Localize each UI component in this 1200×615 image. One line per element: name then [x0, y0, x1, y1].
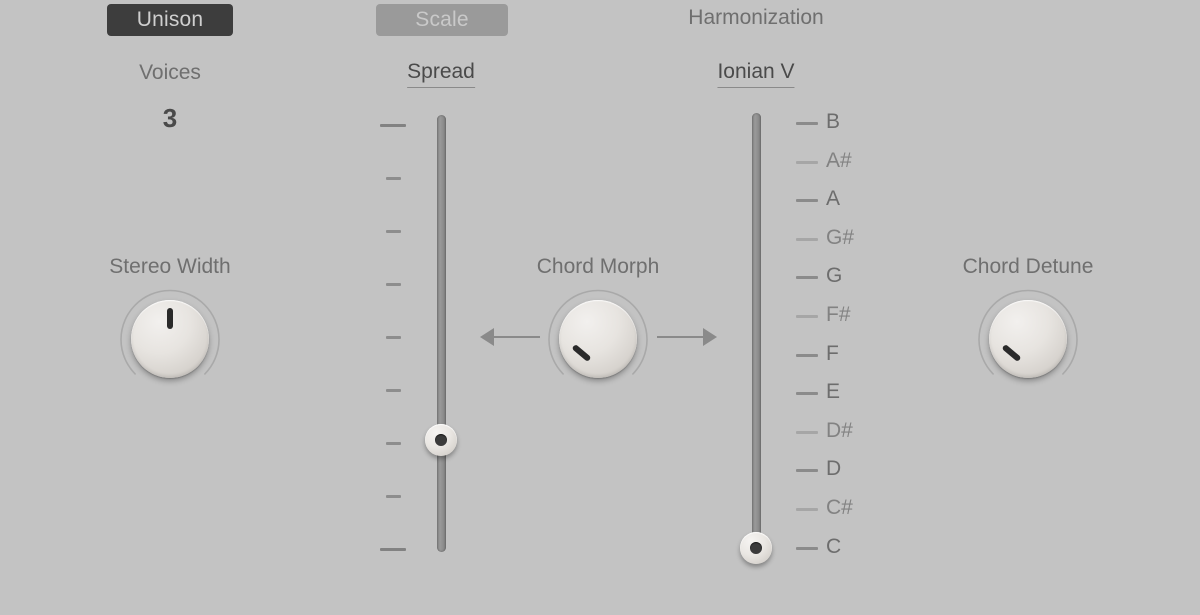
tab-scale[interactable]: Scale: [376, 4, 508, 36]
voices-label: Voices: [139, 61, 201, 84]
chord-detune-knob-pointer: [1001, 343, 1022, 363]
note-label-A[interactable]: A: [826, 187, 840, 211]
note-dash-D[interactable]: [796, 469, 818, 473]
spread-tick-1: [386, 177, 401, 180]
spread-value[interactable]: Spread: [407, 60, 475, 88]
morph-left-arrow-line: [492, 336, 540, 338]
harmonization-mode-value[interactable]: Ionian V: [717, 60, 795, 88]
note-dash-C[interactable]: [796, 546, 818, 550]
morph-left-arrow-icon[interactable]: [480, 328, 494, 346]
chord-morph-knob[interactable]: [543, 284, 653, 394]
stereo-width-knob-pointer: [166, 308, 173, 329]
note-dash-Fsharp[interactable]: [796, 315, 818, 318]
note-dash-A[interactable]: [796, 199, 818, 203]
note-dash-G[interactable]: [796, 276, 818, 280]
note-label-Asharp[interactable]: A#: [826, 149, 852, 173]
spread-tick-8: [380, 548, 406, 551]
tab-unison[interactable]: Unison: [107, 4, 233, 36]
synth-unison-scale-panel: Unison Voices 3 Stereo Width Scale Sprea…: [0, 0, 1200, 615]
note-label-Dsharp[interactable]: D#: [826, 419, 853, 443]
harmonization-title: Harmonization: [688, 6, 824, 29]
chord-morph-knob-face: [559, 300, 637, 378]
voices-value[interactable]: 3: [163, 103, 177, 134]
morph-right-arrow-line: [657, 336, 705, 338]
morph-right-arrow-icon[interactable]: [703, 328, 717, 346]
note-label-E[interactable]: E: [826, 380, 840, 404]
note-label-G[interactable]: G: [826, 264, 842, 288]
spread-tick-6: [386, 442, 401, 445]
note-label-Csharp[interactable]: C#: [826, 496, 853, 520]
chord-morph-label: Chord Morph: [536, 255, 660, 278]
tab-scale-label: Scale: [415, 8, 469, 31]
chord-detune-label: Chord Detune: [962, 255, 1094, 278]
spread-slider-track[interactable]: [437, 115, 446, 552]
note-label-D[interactable]: D: [826, 457, 841, 481]
spread-tick-5: [386, 389, 401, 392]
stereo-width-label: Stereo Width: [109, 255, 231, 278]
spread-tick-3: [386, 283, 401, 286]
tab-unison-label: Unison: [136, 8, 204, 31]
note-dash-F[interactable]: [796, 353, 818, 357]
chord-detune-knob-face: [989, 300, 1067, 378]
note-label-B[interactable]: B: [826, 110, 840, 134]
note-dash-E[interactable]: [796, 392, 818, 396]
note-dash-B[interactable]: [796, 122, 818, 125]
spread-tick-4: [386, 336, 401, 339]
spread-tick-2: [386, 230, 401, 233]
spread-tick-0: [380, 124, 406, 127]
chord-detune-knob[interactable]: [973, 284, 1083, 394]
note-dash-Gsharp[interactable]: [796, 237, 818, 241]
note-dash-Csharp[interactable]: [796, 508, 818, 511]
harmonization-slider-handle[interactable]: [740, 532, 772, 564]
note-dash-Dsharp[interactable]: [796, 430, 818, 434]
harmonization-slider-track[interactable]: [752, 113, 761, 550]
note-label-C[interactable]: C: [826, 535, 841, 559]
stereo-width-knob-face: [131, 300, 209, 378]
spread-tick-7: [386, 495, 401, 498]
note-dash-Asharp[interactable]: [796, 160, 818, 164]
note-label-Fsharp[interactable]: F#: [826, 303, 851, 327]
chord-morph-knob-pointer: [571, 343, 592, 363]
stereo-width-knob[interactable]: [115, 284, 225, 394]
spread-slider-handle[interactable]: [425, 424, 457, 456]
note-label-F[interactable]: F: [826, 342, 839, 366]
note-label-Gsharp[interactable]: G#: [826, 226, 854, 250]
